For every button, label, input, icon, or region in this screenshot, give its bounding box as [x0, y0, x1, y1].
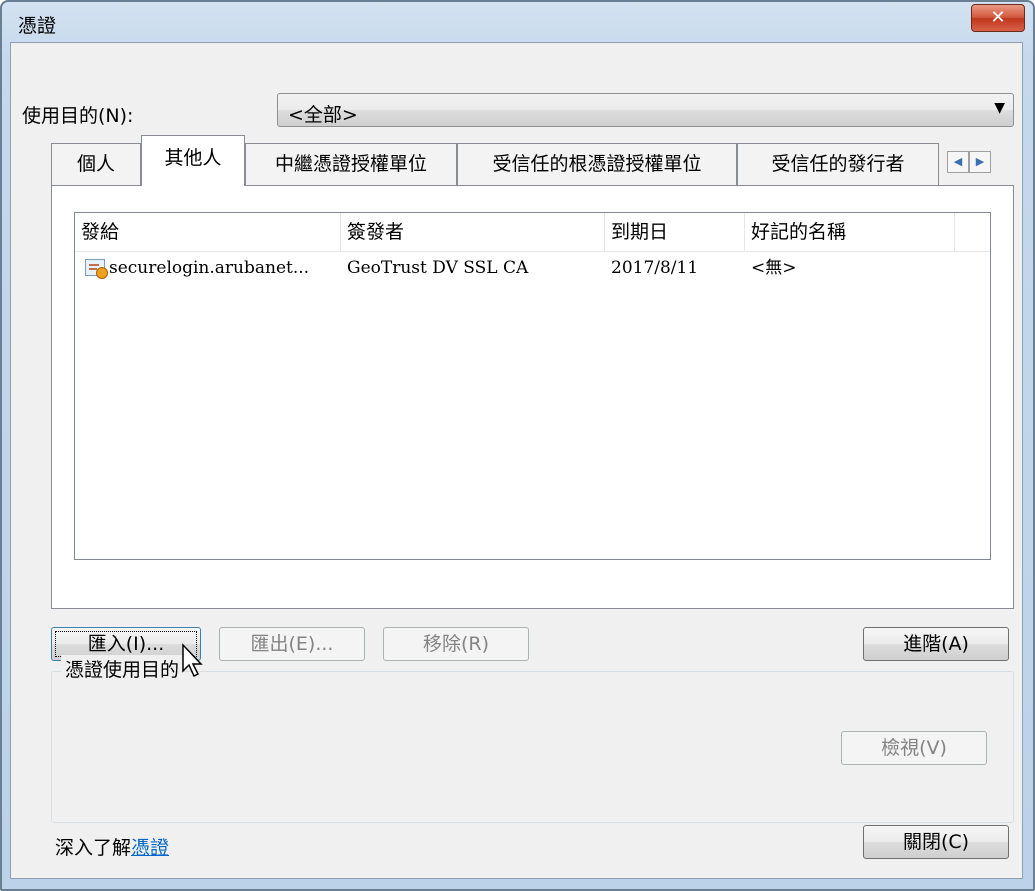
- tab-intermediate-ca[interactable]: 中繼憑證授權單位: [245, 143, 457, 185]
- close-button[interactable]: 關閉(C): [863, 825, 1009, 859]
- learn-more-text: 深入了解憑證: [55, 833, 169, 860]
- learn-more-prefix: 深入了解: [55, 837, 132, 859]
- tab-trusted-root-ca[interactable]: 受信任的根憑證授權單位: [457, 143, 737, 185]
- column-header-issued-to[interactable]: 發給: [75, 213, 341, 251]
- certificates-dialog: 憑證 ✕ 使用目的(N): <全部> ▼ 個人 其他人 中繼憑證授權單位 受信任…: [0, 0, 1035, 891]
- cell-issued-by: GeoTrust DV SSL CA: [347, 258, 529, 278]
- tab-label: 受信任的根憑證授權單位: [492, 153, 702, 175]
- column-header-expiration[interactable]: 到期日: [605, 213, 745, 251]
- list-header: 發給 簽發者 到期日 好記的名稱: [75, 213, 990, 252]
- certificates-link[interactable]: 憑證: [131, 837, 169, 859]
- tab-trusted-publishers[interactable]: 受信任的發行者: [737, 143, 939, 185]
- close-icon: ✕: [990, 7, 1006, 28]
- tab-label: 中繼憑證授權單位: [274, 153, 427, 175]
- close-button-label: 關閉(C): [902, 831, 970, 853]
- tab-label: 個人: [76, 153, 115, 175]
- export-button[interactable]: 匯出(E)...: [219, 627, 365, 661]
- window-title: 憑證: [18, 15, 57, 37]
- column-header-friendly-name[interactable]: 好記的名稱: [745, 213, 955, 251]
- chevron-right-icon: ▶: [975, 155, 985, 168]
- chevron-left-icon: ◀: [953, 155, 963, 168]
- advanced-button[interactable]: 進階(A): [863, 627, 1009, 661]
- dialog-body: 使用目的(N): <全部> ▼ 個人 其他人 中繼憑證授權單位 受信任的根憑證授…: [10, 42, 1023, 879]
- purpose-selected-value: <全部>: [288, 104, 358, 126]
- tab-page: 發給 簽發者 到期日 好記的名稱 securelogin.arubanet...…: [51, 185, 1014, 609]
- column-header-issued-by[interactable]: 簽發者: [341, 213, 605, 251]
- group-title: 憑證使用目的: [61, 655, 184, 682]
- view-button[interactable]: 檢視(V): [841, 731, 987, 765]
- close-window-button[interactable]: ✕: [971, 4, 1025, 32]
- chevron-down-icon: ▼: [994, 100, 1005, 116]
- tab-scroll-right-button[interactable]: ▶: [969, 151, 991, 173]
- certificate-icon: [85, 259, 108, 279]
- cell-friendly-name: <無>: [751, 258, 797, 278]
- tab-label: 受信任的發行者: [771, 153, 905, 175]
- tab-scroll-left-button[interactable]: ◀: [947, 151, 969, 173]
- purpose-label: 使用目的(N):: [22, 105, 134, 127]
- cell-issued-to: securelogin.arubanet...: [109, 258, 310, 278]
- export-button-label: 匯出(E)...: [250, 633, 334, 655]
- tab-label: 其他人: [164, 147, 222, 169]
- view-button-label: 檢視(V): [881, 737, 947, 759]
- advanced-button-label: 進階(A): [903, 633, 969, 655]
- title-bar: 憑證 ✕: [2, 2, 1033, 42]
- remove-button-label: 移除(R): [422, 633, 490, 655]
- cell-expiration: 2017/8/11: [611, 258, 699, 278]
- tab-personal[interactable]: 個人: [51, 143, 141, 185]
- remove-button[interactable]: 移除(R): [383, 627, 529, 661]
- mouse-pointer-icon: [182, 643, 203, 678]
- certificate-list[interactable]: 發給 簽發者 到期日 好記的名稱 securelogin.arubanet...…: [74, 212, 991, 560]
- purpose-dropdown[interactable]: <全部> ▼: [277, 93, 1014, 127]
- tab-other-people[interactable]: 其他人: [141, 135, 245, 186]
